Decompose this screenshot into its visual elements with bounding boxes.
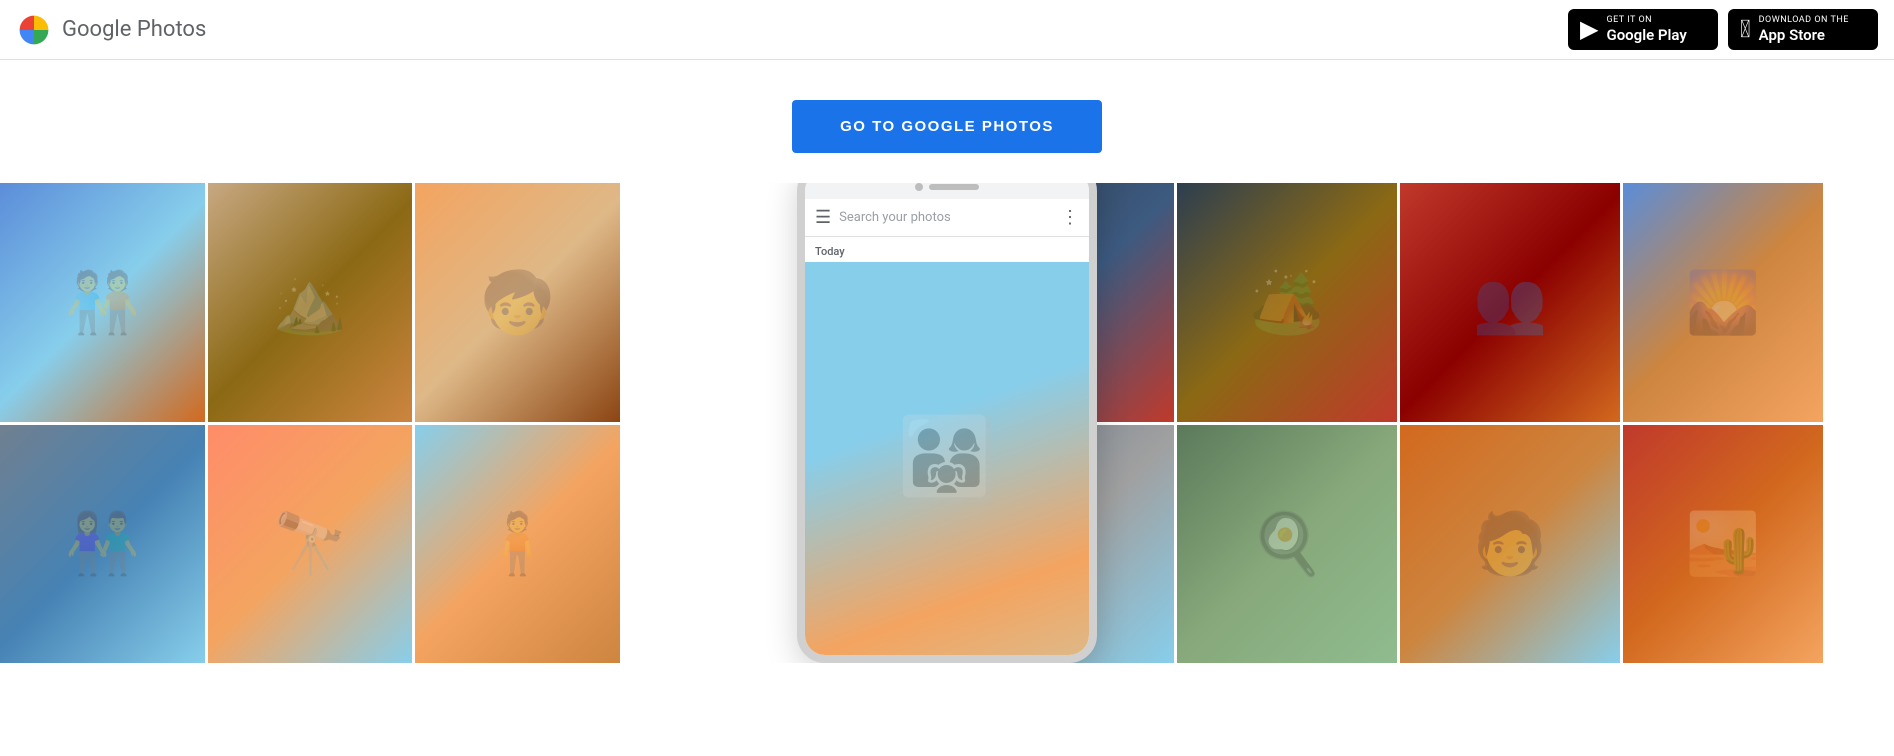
list-item: 🍳 bbox=[1177, 425, 1397, 664]
google-photos-logo-icon bbox=[16, 12, 52, 48]
list-item: 🧍 bbox=[415, 425, 620, 664]
left-photo-strip: 🧑‍🤝‍🧑 🏔️ 🧒 👫 🔭 🧍 bbox=[0, 183, 620, 663]
campfire-man-icon: 🏕️ bbox=[1250, 267, 1325, 338]
list-item: 🧑‍🤝‍🧑 bbox=[0, 183, 205, 422]
store-badges-area: ▶ GET IT ON Google Play  Download on th… bbox=[1568, 9, 1878, 50]
portrait-icon: 🧑 bbox=[1473, 508, 1548, 579]
group-campfire-icon: 👥 bbox=[1473, 267, 1548, 338]
google-play-badge[interactable]: ▶ GET IT ON Google Play bbox=[1568, 9, 1718, 50]
list-item: 🏜️ bbox=[1623, 425, 1823, 664]
phone-main-photo: 👨‍👩‍👧 bbox=[805, 262, 1089, 655]
more-options-icon: ⋮ bbox=[1061, 207, 1079, 228]
header-logo-area: Google Photos bbox=[16, 12, 206, 48]
phone-top-bar bbox=[805, 183, 1089, 199]
phone-mockup: ☰ Search your photos ⋮ Today 👨‍👩‍👧 bbox=[797, 183, 1097, 663]
hamburger-menu-icon: ☰ bbox=[815, 207, 831, 228]
telescope-icon: 🔭 bbox=[273, 508, 348, 579]
main-content: GO TO GOOGLE PHOTOS 🧑‍🤝‍🧑 🏔️ 🧒 👫 🔭 🧍 bbox=[0, 60, 1894, 663]
list-item: 🧑 bbox=[1400, 425, 1620, 664]
photo-collage: 🧑‍🤝‍🧑 🏔️ 🧒 👫 🔭 🧍 bbox=[0, 183, 1894, 663]
header: Google Photos ▶ GET IT ON Google Play  … bbox=[0, 0, 1894, 60]
desert-icon: 🏜️ bbox=[1686, 508, 1761, 579]
today-label: Today bbox=[805, 237, 1089, 262]
couple-icon: 👫 bbox=[65, 508, 140, 579]
phone-search-bar: ☰ Search your photos ⋮ bbox=[805, 199, 1089, 237]
phone-screen: ☰ Search your photos ⋮ Today 👨‍👩‍👧 bbox=[805, 199, 1089, 655]
mountain-road-icon: 🌄 bbox=[1686, 267, 1761, 338]
go-to-google-photos-button[interactable]: GO TO GOOGLE PHOTOS bbox=[792, 100, 1102, 153]
list-item: 🧒 bbox=[415, 183, 620, 422]
phone-speaker-icon bbox=[929, 184, 979, 190]
app-store-text: Download on the App Store bbox=[1759, 15, 1849, 44]
people-silhouette-icon: 🧑‍🤝‍🧑 bbox=[65, 267, 140, 338]
google-play-icon: ▶ bbox=[1580, 17, 1598, 41]
family-selfie-icon: 👨‍👩‍👧 bbox=[897, 412, 997, 506]
app-store-badge[interactable]:  Download on the App Store bbox=[1728, 9, 1878, 50]
list-item: 🔭 bbox=[208, 425, 413, 664]
rocks-icon: 🏔️ bbox=[273, 267, 348, 338]
cooking-icon: 🍳 bbox=[1250, 508, 1325, 579]
phone-camera-icon bbox=[915, 183, 923, 191]
google-play-text: GET IT ON Google Play bbox=[1606, 15, 1686, 44]
app-title: Google Photos bbox=[62, 17, 206, 42]
apple-icon:  bbox=[1740, 17, 1751, 41]
list-item: 👥 bbox=[1400, 183, 1620, 422]
person-desert-icon: 🧍 bbox=[480, 508, 555, 579]
list-item: 🌄 bbox=[1623, 183, 1823, 422]
list-item: 🏕️ bbox=[1177, 183, 1397, 422]
child-icon: 🧒 bbox=[480, 267, 555, 338]
list-item: 👫 bbox=[0, 425, 205, 664]
phone-search-text: Search your photos bbox=[839, 210, 1061, 225]
list-item: 🏔️ bbox=[208, 183, 413, 422]
